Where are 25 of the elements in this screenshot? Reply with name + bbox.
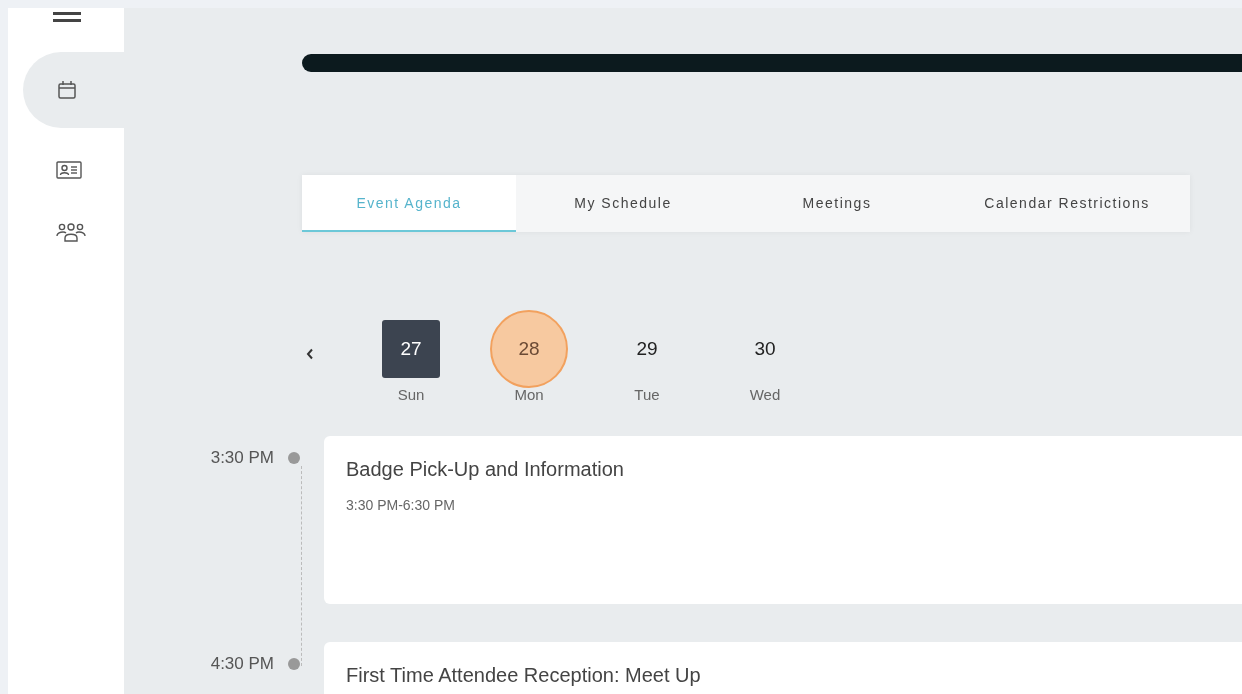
date-button[interactable]: 28 [490,310,568,388]
event-title: Badge Pick-Up and Information [346,458,624,481]
time-label: 3:30 PM [210,448,274,468]
event-title: First Time Attendee Reception: Meet Up [346,664,701,687]
weekday-label: Sun [397,386,425,403]
contact-card-icon [56,159,82,181]
people-icon [56,221,86,243]
tab[interactable]: Calendar Restrictions [944,175,1190,232]
timeline-dot [288,658,300,670]
date-button[interactable]: 29 [618,320,676,378]
tab[interactable]: Meetings [730,175,944,232]
chevron-left-icon[interactable] [306,348,314,360]
tab[interactable]: My Schedule [516,175,730,232]
time-label: 4:30 PM [210,654,274,674]
date-button[interactable]: 27 [382,320,440,378]
event-card[interactable]: First Time Attendee Reception: Meet Up [324,642,1242,694]
timeline-dot [288,452,300,464]
menu-icon[interactable] [53,10,81,24]
weekday-label: Tue [634,386,660,403]
weekday-label: Wed [749,386,781,403]
event-time: 3:30 PM-6:30 PM [346,497,455,513]
calendar-icon [56,79,78,101]
date-button[interactable]: 30 [736,320,794,378]
weekday-label: Mon [514,386,544,403]
event-card[interactable]: Badge Pick-Up and Information 3:30 PM-6:30 PM [324,436,1242,604]
